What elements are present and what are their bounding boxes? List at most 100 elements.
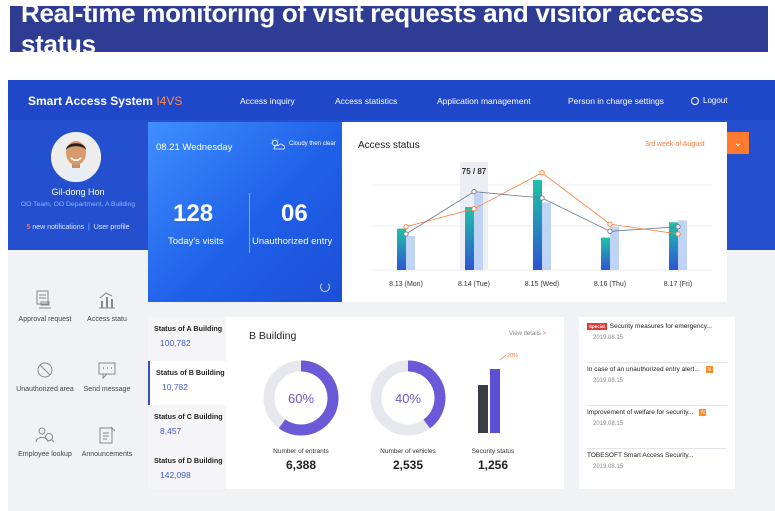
brand[interactable]: Smart Access System I4VS	[28, 94, 182, 108]
line-point-1-2	[539, 195, 545, 201]
nav-access-statistics[interactable]: Access statistics	[335, 96, 397, 106]
user-organization: OO Team, OO Department, A Building	[20, 201, 136, 208]
quick-menu: Approval request Access statu Unauthoriz…	[8, 250, 148, 511]
avatar[interactable]	[51, 132, 101, 182]
line-point-1-0	[403, 231, 409, 237]
tab-value: 142,098	[160, 470, 191, 480]
prohibited-icon	[37, 362, 53, 378]
person-photo-icon	[51, 132, 101, 182]
summary-divider	[249, 193, 250, 253]
link-separator: |	[87, 224, 90, 231]
tab-value: 8,457	[160, 426, 182, 436]
current-date: 08.21 Wednesday	[156, 142, 233, 153]
menu-access-status[interactable]: Access statu	[72, 290, 142, 323]
tab-value: 100,782	[160, 338, 191, 348]
line-point-0-2	[539, 170, 545, 176]
news-date: 2019.08.15	[593, 335, 624, 341]
security-label: Security status	[471, 448, 515, 455]
notification-label: new notifications	[30, 224, 85, 231]
entrants-percent: 60%	[288, 391, 314, 406]
user-profile-link[interactable]: User profile	[94, 224, 130, 231]
line-point-0-1	[471, 206, 477, 212]
menu-unauthorized-label: Unauthorized area	[16, 386, 74, 393]
vehicles-percent: 40%	[395, 391, 421, 406]
bar-1-3	[601, 237, 610, 270]
tab-building-c[interactable]: Status of C Building 8,457	[148, 405, 226, 449]
line-point-1-4	[675, 224, 681, 230]
todays-visits-value: 128	[173, 200, 214, 227]
bar-1-1	[465, 207, 474, 270]
notifications-link[interactable]: 5 new notifications	[26, 224, 84, 231]
tab-building-d[interactable]: Status of D Building 142,098	[148, 449, 226, 493]
news-date: 2019.08.15	[593, 464, 624, 470]
logout-button[interactable]: Logout	[691, 96, 727, 105]
x-tick-label-2: 8.15 (Wed)	[525, 281, 560, 288]
x-tick-label-0: 8.13 (Mon)	[389, 281, 423, 288]
nav-application-management[interactable]: Application management	[437, 96, 531, 106]
tab-building-a[interactable]: Status of A Building 100,782	[148, 317, 226, 361]
security-badge: 20%	[507, 353, 518, 359]
menu-access-label: Access statu	[87, 316, 127, 323]
power-icon	[691, 96, 699, 105]
message-icon	[98, 362, 116, 380]
period-dropdown-button[interactable]: ⌄	[727, 132, 749, 154]
news-item[interactable]: Improvement of welfare for security... N …	[587, 409, 727, 449]
weather-text: Cloudy then clear	[289, 141, 336, 147]
bar-2-0	[406, 235, 415, 270]
x-tick-label-3: 8.16 (Thu)	[594, 281, 626, 288]
unauthorized-entry-value: 06	[281, 200, 308, 227]
highlight-label: 75 / 87	[462, 167, 487, 176]
building-status-panel: Status of A Building 100,782 Status of B…	[148, 317, 564, 489]
tab-label: Status of A Building	[154, 324, 223, 333]
vehicles-value: 2,535	[392, 458, 424, 472]
document-stamp-icon	[36, 290, 51, 309]
refresh-icon[interactable]	[320, 282, 330, 292]
building-tabs: Status of A Building 100,782 Status of B…	[148, 317, 226, 489]
x-tick-label-1: 8.14 (Tue)	[458, 281, 490, 288]
weather-indicator: Cloudy then clear	[268, 138, 336, 150]
nav-access-inquiry[interactable]: Access inquiry	[240, 96, 295, 106]
security-value: 1,256	[477, 458, 509, 472]
nav-person-in-charge-settings[interactable]: Person in charge settings	[568, 96, 664, 106]
menu-announcements[interactable]: Announcements	[72, 425, 142, 458]
menu-unauthorized-area[interactable]: Unauthorized area	[10, 360, 80, 393]
line-point-1-1	[471, 189, 477, 195]
news-title: In case of an unauthorized entry alert..…	[587, 366, 700, 373]
announcement-edit-icon	[99, 426, 116, 444]
line-point-0-3	[607, 221, 613, 227]
bar-1-2	[533, 180, 542, 270]
news-list: Special Security measures for emergency..…	[579, 317, 735, 489]
news-item[interactable]: In case of an unauthorized entry alert..…	[587, 366, 727, 406]
tab-building-b[interactable]: Status of B Building 10,782	[148, 361, 226, 405]
tab-label: Status of C Building	[154, 412, 223, 421]
entrants-value: 6,388	[285, 458, 317, 472]
cloud-sun-icon	[270, 138, 285, 150]
news-title: Improvement of welfare for security...	[587, 409, 694, 416]
access-status-chart: 75 / 87 8.13 (Mon) 8.14 (Tue) 8.15 (Wed) 8.1…	[372, 162, 712, 288]
tab-label: Status of B Building	[156, 368, 225, 377]
vehicles-label: Number of vehicles	[380, 448, 436, 455]
page-title-banner: Real-time monitoring of visit requests a…	[10, 0, 768, 59]
news-item[interactable]: TOBESOFT Smart Access Security... 2019.0…	[587, 452, 727, 492]
brand-version: I4VS	[156, 94, 183, 108]
news-date: 2019.08.15	[593, 421, 624, 427]
menu-approval-request[interactable]: Approval request	[10, 290, 80, 323]
tab-value: 10,782	[162, 382, 188, 392]
menu-send-message[interactable]: Send message	[72, 360, 142, 393]
access-status-chart-panel: Access status 3rd week of August 75 / 87…	[342, 122, 727, 302]
person-search-icon	[35, 427, 55, 443]
bar-2-2	[542, 202, 551, 270]
news-date: 2019.08.15	[593, 378, 624, 384]
news-item[interactable]: Special Security measures for emergency..…	[587, 323, 727, 363]
bar-1-4	[669, 222, 678, 270]
chevron-down-icon: ⌄	[733, 137, 743, 149]
brand-name: Smart Access System	[28, 94, 153, 108]
line-point-1-3	[607, 228, 613, 234]
tab-label: Status of D Building	[154, 456, 223, 465]
news-title: TOBESOFT Smart Access Security...	[587, 452, 694, 459]
menu-employee-lookup[interactable]: Employee lookup	[10, 425, 80, 458]
logout-label: Logout	[703, 96, 728, 105]
today-summary-card: 08.21 Wednesday Cloudy then clear 128 To…	[148, 122, 342, 302]
news-title: Security measures for emergency...	[609, 323, 712, 330]
menu-send-message-label: Send message	[83, 386, 131, 393]
